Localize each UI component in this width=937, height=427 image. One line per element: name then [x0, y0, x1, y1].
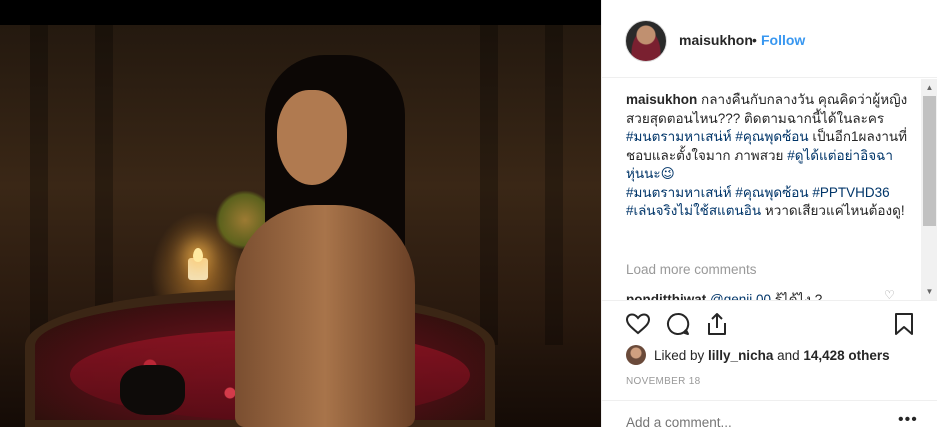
header-username[interactable]: maisukhon — [679, 32, 753, 48]
caption-username[interactable]: maisukhon — [626, 92, 697, 107]
wall-slat — [480, 25, 498, 345]
action-bar — [602, 300, 937, 346]
liker-avatar[interactable] — [626, 345, 646, 365]
likes-count[interactable]: 14,428 others — [803, 348, 889, 363]
comments-area: maisukhon กลางคืนกับกลางวัน คุณคิดว่าผู้… — [602, 79, 937, 300]
load-more-comments[interactable]: Load more comments — [626, 262, 757, 277]
candle-flame — [193, 248, 203, 262]
likes-prefix: Liked by — [654, 348, 709, 363]
caption-text: หวาดเสียวแค่ไหนต้องดู! — [761, 203, 905, 218]
comment-item: ponditthiwat @genii.00 รู้ได้ไง ? — [626, 288, 822, 300]
liker-username[interactable]: lilly_nicha — [708, 348, 773, 363]
post-header: maisukhon • Follow — [602, 0, 937, 78]
header-separator: • — [752, 32, 757, 48]
comment-like-icon[interactable]: ♡ — [884, 288, 895, 300]
comment-icon[interactable] — [665, 311, 691, 337]
photo-top-bar — [0, 0, 601, 25]
post-photo[interactable] — [0, 0, 601, 427]
heart-icon[interactable] — [625, 311, 651, 337]
wall-slat — [30, 25, 48, 345]
hashtag[interactable]: #PPTVHD36 — [812, 185, 889, 200]
likes-text: Liked by lilly_nicha and 14,428 others — [654, 348, 890, 363]
comment-username[interactable]: ponditthiwat — [626, 292, 706, 300]
bowl — [120, 365, 185, 415]
hashtag[interactable]: #คุณพุดซ้อน — [735, 185, 808, 200]
hashtag[interactable]: #คุณพุดซ้อน — [735, 129, 808, 144]
follow-button[interactable]: Follow — [761, 32, 805, 48]
post-caption: maisukhon กลางคืนกับกลางวัน คุณคิดว่าผู้… — [626, 91, 908, 221]
add-comment-section: ••• — [602, 400, 937, 427]
post-date[interactable]: NOVEMBER 18 — [626, 376, 700, 387]
scroll-down-arrow-icon[interactable]: ▼ — [921, 283, 937, 300]
hashtag[interactable]: #เล่นจริงไม่ใช้สแตนอิน — [626, 203, 761, 218]
scroll-up-arrow-icon[interactable]: ▲ — [921, 79, 937, 96]
hashtag[interactable]: #มนตรามหาเสน่ห์ — [626, 185, 732, 200]
face — [277, 90, 347, 185]
wall-slat — [545, 25, 563, 345]
comment-mention[interactable]: @genii.00 — [710, 292, 771, 300]
hashtag[interactable]: #มนตรามหาเสน่ห์ — [626, 129, 732, 144]
scrollbar-thumb[interactable] — [923, 96, 936, 226]
add-comment-input[interactable] — [626, 415, 886, 427]
comment-text: รู้ได้ไง ? — [771, 292, 823, 300]
body — [235, 205, 415, 427]
likes-middle: and — [773, 348, 804, 363]
wall-slat — [95, 25, 113, 345]
instagram-post-modal: maisukhon • Follow maisukhon กลางคืนกับก… — [0, 0, 937, 427]
more-options-icon[interactable]: ••• — [898, 411, 918, 427]
post-side-panel: maisukhon • Follow maisukhon กลางคืนกับก… — [601, 0, 937, 427]
bookmark-icon[interactable] — [891, 311, 917, 337]
share-icon[interactable] — [704, 311, 730, 337]
woman-figure — [225, 55, 445, 427]
avatar[interactable] — [625, 20, 667, 62]
